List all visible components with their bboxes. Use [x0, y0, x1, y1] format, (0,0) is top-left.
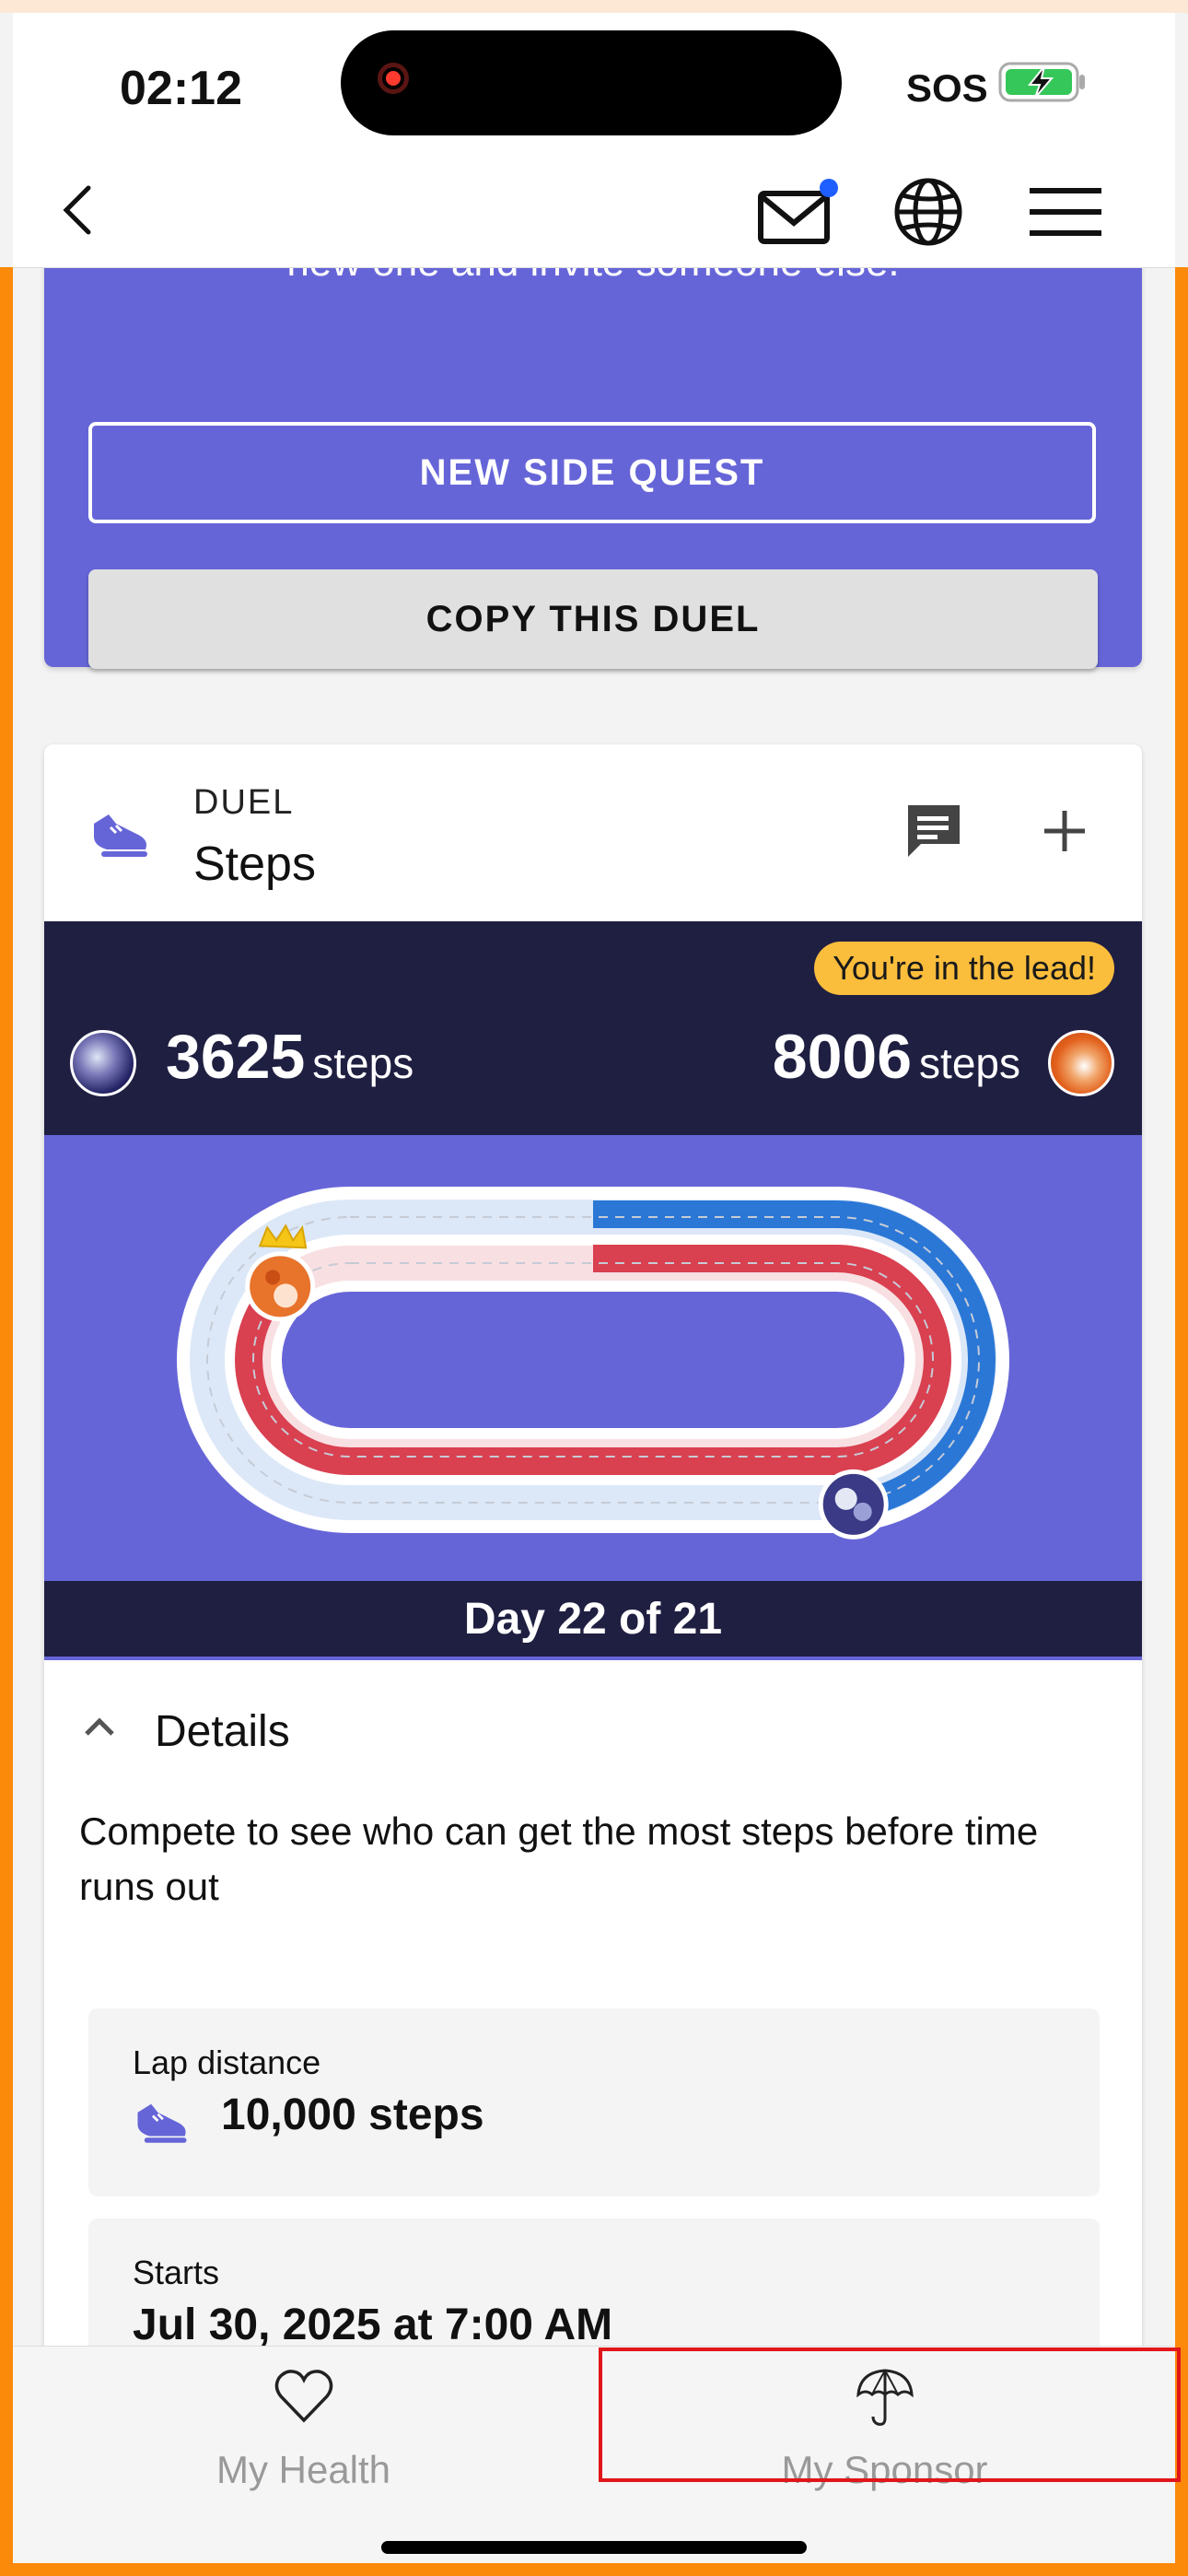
frame-bottom — [0, 2563, 1188, 2576]
record-icon — [378, 63, 409, 94]
back-icon[interactable] — [50, 181, 109, 240]
battery-charging-icon — [998, 62, 1085, 102]
player-right-score: 8006 steps — [773, 1021, 1020, 1093]
nav-my-health[interactable]: My Health — [13, 2347, 594, 2512]
frame-right — [1175, 267, 1188, 2576]
highlight-box — [599, 2348, 1181, 2482]
nav-label-my-health: My Health — [215, 2448, 391, 2491]
details-label: Details — [155, 1707, 290, 1756]
invite-card: new one and invite someone else. NEW SID… — [44, 267, 1142, 669]
menu-icon[interactable] — [1026, 179, 1105, 245]
details-toggle[interactable]: Details — [44, 1666, 1142, 1786]
main-content[interactable]: new one and invite someone else. NEW SID… — [13, 267, 1175, 2346]
duel-header: DUEL Steps — [44, 744, 1142, 921]
sos-indicator: SOS — [906, 66, 988, 110]
race-track-area — [44, 1135, 1142, 1581]
duel-type-label: DUEL — [193, 783, 295, 822]
unread-badge — [820, 179, 838, 197]
player-right-unit: steps — [919, 1039, 1020, 1087]
dynamic-island — [341, 30, 842, 135]
starts-box: Starts Jul 30, 2025 at 7:00 AM — [88, 2219, 1100, 2346]
day-counter: Day 22 of 21 — [44, 1581, 1142, 1660]
frame-top — [0, 0, 1188, 13]
app-header — [13, 151, 1175, 268]
shoe-icon — [137, 2103, 187, 2143]
status-time: 02:12 — [120, 62, 242, 115]
duel-card: DUEL Steps You're in the lead! 3625 steps… — [44, 744, 1142, 2346]
player-left-steps: 3625 — [166, 1022, 306, 1092]
shoe-icon — [94, 814, 147, 857]
invite-text: new one and invite someone else. — [44, 267, 1142, 286]
duel-description: Compete to see who can get the most step… — [79, 1809, 1039, 1908]
player-left-avatar[interactable] — [70, 1030, 136, 1096]
duel-title: Steps — [193, 837, 316, 891]
player-left-unit: steps — [312, 1039, 414, 1087]
starts-label: Starts — [133, 2254, 220, 2291]
mail-button[interactable] — [750, 173, 845, 251]
copy-duel-button[interactable]: COPY THIS DUEL — [88, 569, 1098, 669]
player-right-steps: 8006 — [772, 1022, 913, 1092]
race-track — [177, 1187, 1009, 1540]
player-right-avatar[interactable] — [1048, 1030, 1114, 1096]
globe-icon[interactable] — [890, 173, 967, 251]
lap-distance-value: 10,000 steps — [221, 2090, 484, 2139]
frame-left — [0, 267, 13, 2576]
chevron-up-icon — [85, 1717, 114, 1736]
lead-badge: You're in the lead! — [814, 942, 1114, 995]
starts-value: Jul 30, 2025 at 7:00 AM — [133, 2301, 613, 2346]
home-indicator[interactable] — [381, 2541, 807, 2554]
score-band: You're in the lead! 3625 steps 8006 steps — [44, 921, 1142, 1135]
player-left-score: 3625 steps — [166, 1021, 413, 1093]
lap-distance-label: Lap distance — [133, 2043, 321, 2081]
chat-icon[interactable] — [901, 798, 967, 864]
heart-icon — [274, 2370, 332, 2423]
new-side-quest-button[interactable]: NEW SIDE QUEST — [88, 422, 1096, 523]
lap-distance-box: Lap distance 10,000 steps — [88, 2008, 1100, 2196]
plus-icon[interactable] — [1035, 802, 1094, 861]
status-bar: 02:12 SOS — [13, 13, 1175, 151]
player-left-marker — [818, 1469, 889, 1540]
